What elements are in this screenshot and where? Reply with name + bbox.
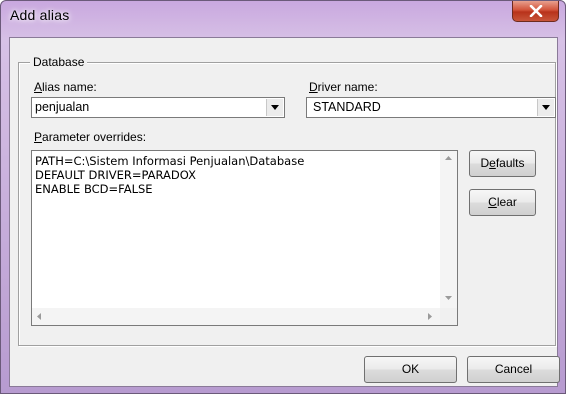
ok-button[interactable]: OK — [364, 356, 457, 383]
parameter-overrides-memo[interactable]: PATH=C:\Sistem Informasi Penjualan\Datab… — [31, 150, 458, 326]
driver-dropdown-button[interactable] — [537, 99, 554, 116]
scroll-down-button[interactable] — [440, 291, 457, 308]
horizontal-scrollbar[interactable] — [32, 308, 440, 325]
scroll-up-button[interactable] — [440, 151, 457, 168]
chevron-down-icon — [271, 105, 279, 110]
scroll-up-arrow-icon — [445, 156, 452, 160]
scroll-right-button[interactable] — [423, 308, 440, 325]
scroll-right-arrow-icon — [428, 313, 432, 320]
chevron-down-icon — [542, 105, 550, 110]
clear-button[interactable]: Clear — [469, 189, 536, 216]
scroll-left-arrow-icon — [37, 313, 41, 320]
scroll-left-button[interactable] — [32, 308, 49, 325]
driver-name-combobox[interactable]: STANDARD — [306, 97, 556, 118]
vertical-scrollbar[interactable] — [440, 151, 457, 308]
cancel-button[interactable]: Cancel — [467, 356, 560, 383]
scroll-down-arrow-icon — [445, 296, 452, 300]
alias-name-value: penjualan — [35, 100, 90, 114]
parameter-overrides-text[interactable]: PATH=C:\Sistem Informasi Penjualan\Datab… — [35, 154, 304, 196]
driver-name-label: Driver name: — [309, 80, 378, 94]
alias-name-label: Alias name: — [34, 80, 97, 94]
parameter-overrides-label: Parameter overrides: — [34, 130, 147, 144]
database-group-legend: Database — [30, 55, 88, 69]
scroll-corner — [440, 308, 457, 325]
dialog-title: Add alias — [10, 7, 70, 23]
defaults-button[interactable]: Defaults — [469, 150, 536, 177]
alias-name-combobox[interactable]: penjualan — [31, 97, 285, 118]
alias-dropdown-button[interactable] — [266, 99, 283, 116]
title-bar[interactable]: Add alias — [1, 1, 565, 37]
close-x-icon — [529, 5, 543, 17]
close-button[interactable] — [512, 1, 559, 22]
driver-name-value: STANDARD — [313, 100, 381, 114]
